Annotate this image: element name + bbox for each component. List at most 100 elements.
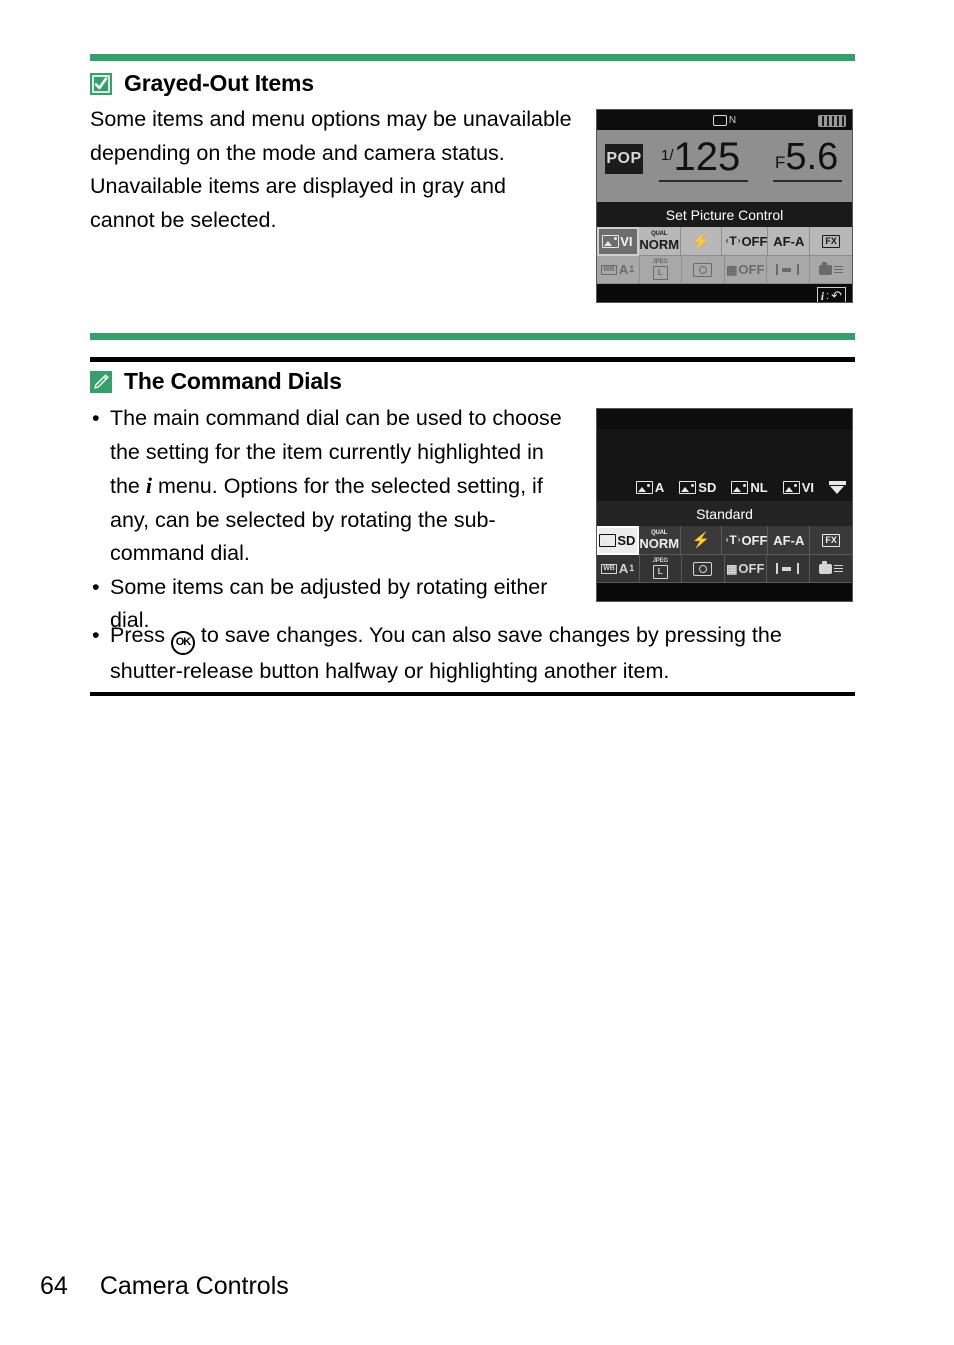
lcd2-i-menu-row-1: SD QUAL NORM ⚡ ‹ T › OFF AF-A FX <box>597 526 852 555</box>
i-menu-item-bracketing[interactable]: ▦ OFF <box>724 555 767 583</box>
image-area-icon: FX <box>822 533 840 547</box>
aperture-value: 5.6 <box>785 136 839 178</box>
bracketing-icon: ▦ <box>726 262 738 277</box>
i-menu-item-bracketing[interactable]: ▦ OFF <box>724 256 767 284</box>
section-rule-black-bottom <box>90 692 855 696</box>
i-button-hint[interactable]: i : ↶ <box>816 287 846 303</box>
shutter-value: 125 <box>673 135 741 179</box>
i-menu-label: OFF <box>738 561 765 576</box>
return-arrow-icon: ↶ <box>831 288 842 303</box>
i-menu-label: A <box>618 561 629 576</box>
camera-monitor-screenshot-2: A SD NL VI Standard SD QUAL NORM ⚡ ‹ T ›… <box>596 408 853 602</box>
i-menu-item-flash-mode[interactable]: ⚡ <box>680 526 723 555</box>
i-menu-label: A <box>618 262 629 277</box>
i-menu-item-focus-mode[interactable]: AF-A <box>768 227 811 256</box>
picture-control-icon <box>602 234 620 248</box>
image-size-icon: L <box>652 565 668 579</box>
i-menu-item-custom-settings[interactable] <box>809 256 852 284</box>
frame-rect-icon: N <box>712 114 737 126</box>
white-balance-icon: WB <box>601 563 617 574</box>
battery-icon <box>818 115 846 127</box>
picture-control-option-standard[interactable]: SD <box>679 480 716 495</box>
picture-control-option-neutral[interactable]: NL <box>731 480 768 495</box>
picture-control-icon <box>599 533 617 547</box>
camera-menu-icon <box>818 261 843 275</box>
camera-menu-icon <box>818 560 843 574</box>
lcd2-item-title: Standard <box>597 501 852 526</box>
i-menu-label: NORM <box>639 536 680 551</box>
lcd1-i-menu-row-2: WB A 1 JPEG L ▦ OFF <box>597 256 852 284</box>
i-menu-item-flash-mode[interactable]: ⚡ <box>680 227 723 256</box>
i-menu-item-custom-settings[interactable] <box>809 555 852 583</box>
picture-control-label: SD <box>698 480 717 495</box>
lcd1-bottom-strip: i : ↶ <box>597 284 852 303</box>
metering-icon <box>693 262 713 277</box>
lcd2-bottom-strip <box>597 583 852 601</box>
command-dials-bullets-narrow: The main command dial can be used to cho… <box>90 402 575 638</box>
flash-comp-icon: ‹ T › <box>725 234 741 248</box>
picture-control-option-vivid[interactable]: VI <box>782 480 814 495</box>
lcd1-item-title: Set Picture Control <box>597 202 852 227</box>
command-dials-bullets-wide: Press OK to save changes. You can also s… <box>90 619 855 689</box>
pencil-icon <box>90 370 112 393</box>
i-menu-label: OFF <box>741 532 768 548</box>
i-menu-label: NORM <box>639 237 680 252</box>
i-menu-label: AF-A <box>773 532 805 548</box>
lcd2-picture-control-band: A SD NL VI <box>597 429 852 501</box>
section-heading-command-dials: The Command Dials <box>90 368 342 395</box>
i-menu-item-picture-control[interactable]: VI <box>597 227 639 256</box>
checkmark-icon <box>90 72 112 95</box>
image-size-icon: L <box>652 266 668 280</box>
i-menu-item-white-balance[interactable]: WB A 1 <box>597 555 640 583</box>
lcd2-i-menu-row-2: WB A 1 JPEG L ▦ OFF <box>597 555 852 583</box>
i-menu-label: OFF <box>741 233 768 249</box>
af-area-icon <box>776 264 800 275</box>
i-menu-item-metering[interactable] <box>682 555 725 583</box>
i-menu-label: SD <box>617 532 636 548</box>
i-menu-item-focus-mode[interactable]: AF-A <box>768 526 811 555</box>
af-area-icon <box>776 563 800 574</box>
i-menu-item-af-area-mode[interactable] <box>767 555 810 583</box>
section-heading-text: Grayed-Out Items <box>124 70 314 96</box>
i-menu-item-picture-control[interactable]: SD <box>597 526 639 555</box>
i-menu-label: AF-A <box>773 233 805 249</box>
picture-control-icon <box>782 481 800 494</box>
i-menu-item-image-size[interactable]: JPEG L <box>639 555 682 583</box>
manual-page: Grayed-Out Items Some items and menu opt… <box>0 0 954 1345</box>
shutter-speed-display: 1/ 125 <box>659 135 749 182</box>
picture-control-option-auto[interactable]: A <box>635 480 665 495</box>
picture-control-icon <box>635 481 653 494</box>
i-menu-item-image-area[interactable]: FX <box>810 227 852 256</box>
bullet-text-part2: menu. Options for the selected setting, … <box>110 474 543 565</box>
list-item: The main command dial can be used to cho… <box>90 402 575 571</box>
shooting-mode-chip: POP <box>605 144 643 174</box>
i-menu-item-image-size[interactable]: JPEG L <box>639 256 682 284</box>
lcd1-exposure-band: POP 1/ 125 F 5.6 <box>597 130 852 202</box>
hint-separator: : <box>826 290 830 302</box>
lcd2-status-strip <box>597 409 852 429</box>
white-balance-icon: WB <box>601 264 617 275</box>
jpeg-tag: JPEG <box>652 558 668 564</box>
list-item: Press OK to save changes. You can also s… <box>90 619 855 689</box>
i-menu-label: VI <box>620 233 633 249</box>
i-menu-item-image-quality[interactable]: QUAL NORM <box>638 526 681 555</box>
i-menu-item-flash-compensation[interactable]: ‹ T › OFF <box>722 227 769 256</box>
scroll-down-cursor-icon <box>829 481 846 494</box>
section-rule-black-top <box>90 357 855 362</box>
i-menu-item-af-area-mode[interactable] <box>767 256 810 284</box>
lcd1-frame-label: N <box>728 114 737 126</box>
picture-control-label: A <box>654 480 665 495</box>
i-menu-item-white-balance[interactable]: WB A 1 <box>597 256 640 284</box>
shutter-prefix: 1/ <box>661 147 674 164</box>
bullet-text-part1: Press <box>110 623 171 647</box>
i-menu-item-image-area[interactable]: FX <box>810 526 852 555</box>
i-menu-item-flash-compensation[interactable]: ‹ T › OFF <box>722 526 769 555</box>
i-menu-item-image-quality[interactable]: QUAL NORM <box>638 227 681 256</box>
footer-chapter-title: Camera Controls <box>99 1272 289 1300</box>
jpeg-tag: JPEG <box>652 259 668 265</box>
picture-control-label: VI <box>801 480 814 495</box>
i-menu-item-metering[interactable] <box>682 256 725 284</box>
picture-control-label: NL <box>750 480 768 495</box>
aperture-prefix: F <box>775 153 786 172</box>
flash-icon: ⚡ <box>691 232 711 250</box>
